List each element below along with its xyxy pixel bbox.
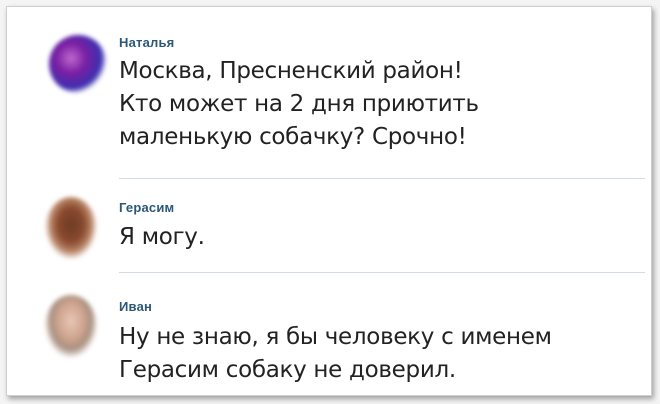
- comment-author[interactable]: Иван: [119, 299, 152, 314]
- avatar[interactable]: [45, 295, 97, 357]
- comment-text: Ну не знаю, я бы человеку с именем Герас…: [119, 321, 639, 387]
- comment-text-line: Я могу.: [119, 224, 205, 250]
- avatar[interactable]: [45, 197, 97, 259]
- comment: Иван Ну не знаю, я бы человеку с именем …: [7, 273, 651, 395]
- comment-text-line: маленькую собачку? Срочно!: [119, 124, 467, 150]
- comment-text-line: Кто может на 2 дня приютить: [119, 91, 479, 117]
- comment-text-line: Ну не знаю, я бы человеку с именем: [119, 324, 552, 350]
- comment-text: Я могу.: [119, 221, 639, 254]
- comment-author[interactable]: Наталья: [119, 35, 174, 50]
- comment: Наталья Москва, Пресненский район! Кто м…: [7, 7, 651, 179]
- avatar[interactable]: [49, 35, 107, 93]
- comments-panel: Наталья Москва, Пресненский район! Кто м…: [6, 6, 652, 396]
- comment-text-line: Герасим собаку не доверил.: [119, 357, 456, 383]
- comment: Герасим Я могу.: [7, 179, 651, 273]
- comment-text-line: Москва, Пресненский район!: [119, 58, 463, 84]
- comment-text: Москва, Пресненский район! Кто может на …: [119, 55, 639, 154]
- comment-author[interactable]: Герасим: [119, 200, 174, 215]
